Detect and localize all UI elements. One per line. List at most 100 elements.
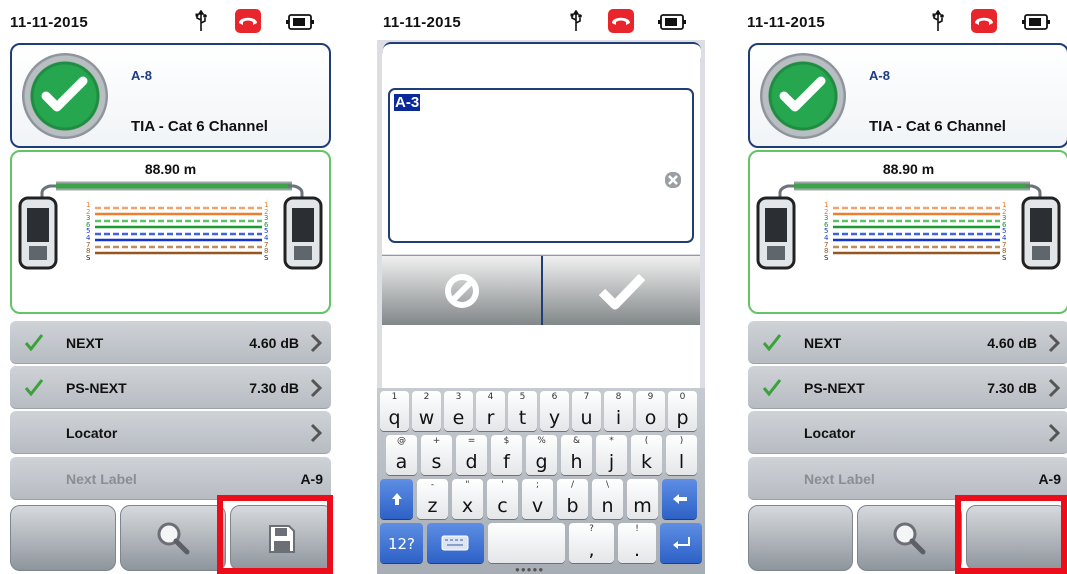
- confirm-button[interactable]: [543, 256, 700, 326]
- period-key[interactable]: !.: [618, 523, 656, 563]
- key[interactable]: ) l: [666, 435, 697, 475]
- shift-key[interactable]: [380, 479, 413, 519]
- row-value: 7.30 dB: [987, 380, 1037, 396]
- key-secondary: (: [644, 436, 649, 446]
- key[interactable]: " x: [452, 479, 483, 519]
- key[interactable]: & h: [561, 435, 592, 475]
- view-button[interactable]: [120, 505, 226, 571]
- usb-icon: [932, 10, 944, 31]
- key[interactable]: -z: [417, 479, 448, 519]
- row-label: NEXT: [804, 335, 842, 351]
- backspace-arrow-icon: [673, 494, 687, 504]
- key-primary: q: [388, 407, 401, 429]
- key[interactable]: 0p: [668, 391, 697, 431]
- numbers-key[interactable]: 12?: [380, 523, 423, 563]
- locator-row[interactable]: Locator: [748, 411, 1067, 454]
- backspace-key[interactable]: [662, 479, 697, 519]
- status-bar: 11-11-2015: [4, 0, 334, 40]
- key-secondary: 6: [551, 392, 558, 402]
- keyboard-layout-key[interactable]: [427, 523, 484, 563]
- key[interactable]: / b: [557, 479, 588, 519]
- status-bar: 11-11-2015: [377, 0, 705, 40]
- key[interactable]: + s: [421, 435, 452, 475]
- battery-icon: [1022, 14, 1050, 30]
- view-button[interactable]: [857, 505, 962, 571]
- key[interactable]: = d: [456, 435, 487, 475]
- ps-next-result-row[interactable]: PS-NEXT 7.30 dB: [10, 366, 331, 409]
- label-input[interactable]: A-3: [388, 88, 694, 243]
- key-primary: ,: [588, 539, 595, 561]
- key[interactable]: @ a: [386, 435, 417, 475]
- wiremap-pin-labels-left: 1 2 3 6 5 4 7 8 S: [824, 202, 834, 261]
- key[interactable]: 2w: [412, 391, 441, 431]
- next-result-row[interactable]: NEXT 4.60 dB: [748, 321, 1067, 364]
- result-screen-after-save: 11-11-2015 A-8 TIA - Cat 6 Channel 88.90…: [745, 0, 1067, 574]
- key[interactable]: 5t: [508, 391, 537, 431]
- key-primary: b: [566, 495, 579, 517]
- wiremap-diagram: [756, 181, 1061, 270]
- key[interactable]: * j: [596, 435, 627, 475]
- pin-label: S: [264, 253, 269, 262]
- blank-softkey[interactable]: [10, 505, 116, 571]
- row-label: PS-NEXT: [66, 380, 127, 396]
- key-secondary: 4: [487, 392, 494, 402]
- battery-icon: [658, 14, 686, 30]
- key[interactable]: 8i: [604, 391, 633, 431]
- key-secondary: @: [397, 436, 406, 446]
- usb-icon: [570, 10, 582, 31]
- key[interactable]: ; v: [522, 479, 553, 519]
- key[interactable]: (k: [631, 435, 662, 475]
- key[interactable]: \ n: [592, 479, 623, 519]
- usb-icon: [195, 10, 207, 31]
- wiremap-panel[interactable]: 88.90 m 1 2 3 6 5 4 7 8 S 1 2 3 6 5 4 7 …: [10, 150, 331, 314]
- clear-input-icon[interactable]: [664, 171, 682, 189]
- key-secondary: -: [430, 480, 435, 490]
- chevron-right-icon: [1048, 333, 1060, 353]
- next-result-row[interactable]: NEXT 4.60 dB: [10, 321, 331, 364]
- key-primary: d: [465, 451, 478, 473]
- blank-softkey[interactable]: [748, 505, 853, 571]
- cancel-button[interactable]: [382, 256, 541, 326]
- enter-key[interactable]: [660, 523, 702, 563]
- key-primary: u: [580, 407, 593, 429]
- key[interactable]: 1q: [380, 391, 409, 431]
- locator-row[interactable]: Locator: [10, 411, 331, 454]
- ps-next-result-row[interactable]: PS-NEXT 7.30 dB: [748, 366, 1067, 409]
- row-label: Locator: [66, 425, 118, 441]
- key[interactable]: % g: [526, 435, 557, 475]
- pass-check-icon: [762, 379, 782, 396]
- wiremap-panel[interactable]: 88.90 m 1 2 3 6 5 4 7 8 S 1 2 3 6 5 4 7 …: [748, 150, 1067, 314]
- key[interactable]: 9o: [636, 391, 665, 431]
- key-secondary: $: [503, 436, 510, 446]
- cancel-icon: [445, 274, 479, 308]
- key[interactable]: $ f: [491, 435, 522, 475]
- key[interactable]: m: [627, 479, 658, 519]
- phone-icon: [235, 9, 261, 33]
- row-label: Locator: [804, 425, 856, 441]
- key[interactable]: 6y: [540, 391, 569, 431]
- chevron-right-icon: [1048, 423, 1060, 443]
- pass-check-icon: [24, 379, 44, 396]
- next-label-value: A-9: [300, 471, 323, 487]
- key[interactable]: 3e: [444, 391, 473, 431]
- key-primary: c: [497, 495, 508, 517]
- next-label-row[interactable]: Next Label A-9: [748, 457, 1067, 500]
- test-result-card[interactable]: A-8 TIA - Cat 6 Channel: [10, 43, 331, 148]
- row-label: Next Label: [66, 471, 137, 487]
- key[interactable]: 4r: [476, 391, 505, 431]
- key[interactable]: 7u: [572, 391, 601, 431]
- chevron-right-icon: [310, 333, 322, 353]
- comma-key[interactable]: ?,: [569, 523, 614, 563]
- key-secondary: +: [432, 436, 441, 446]
- wiremap-pin-labels-right: 1 2 3 6 5 4 7 8 S: [1002, 202, 1012, 261]
- key-secondary: *: [609, 436, 614, 446]
- key-primary: f: [503, 451, 510, 473]
- key-primary: g: [535, 451, 548, 473]
- next-label-row[interactable]: Next Label A-9: [10, 457, 331, 500]
- key-primary: w: [418, 407, 435, 429]
- key[interactable]: ' c: [487, 479, 518, 519]
- test-result-card[interactable]: A-8 TIA - Cat 6 Channel: [748, 43, 1067, 148]
- test-standard: TIA - Cat 6 Channel: [869, 118, 1006, 135]
- space-key[interactable]: [488, 523, 565, 563]
- status-date: 11-11-2015: [10, 14, 89, 31]
